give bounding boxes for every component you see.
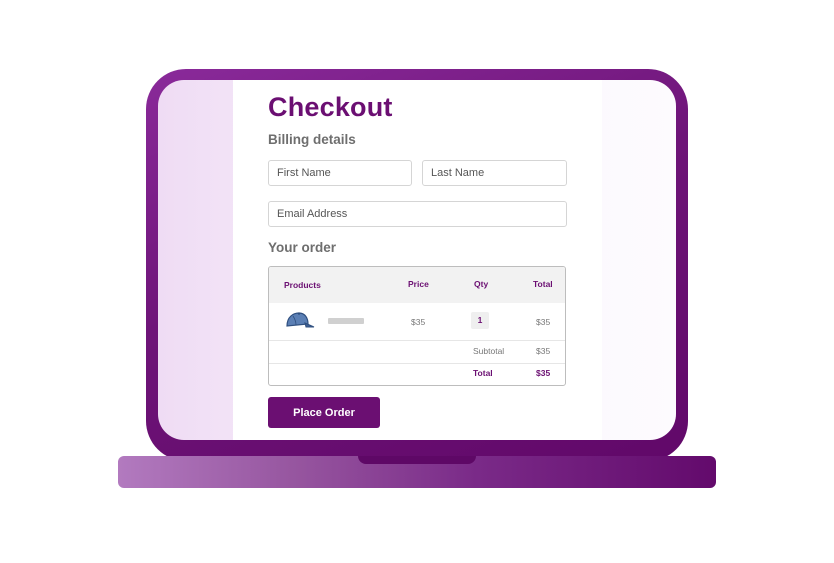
billing-heading: Billing details [268,132,356,147]
header-price: Price [408,279,429,289]
subtotal-label: Subtotal [473,346,505,356]
order-table: Products Price Qty Total $35 1 $35 Subto… [268,266,566,386]
last-name-field[interactable] [422,160,567,186]
laptop-hinge-notch [358,456,476,464]
email-field[interactable] [268,201,567,227]
row-divider [269,340,565,341]
product-name-placeholder [328,318,364,324]
item-total: $35 [536,317,551,327]
order-heading: Your order [268,240,337,255]
first-name-field[interactable] [268,160,412,186]
subtotal-value: $35 [536,346,551,356]
header-total: Total [533,279,553,289]
row-divider [269,363,565,364]
item-qty: 1 [471,312,489,329]
page-title: Checkout [268,92,393,122]
total-value: $35 [536,368,551,378]
place-order-button[interactable]: Place Order [268,397,380,428]
table-header: Products Price Qty Total [269,267,565,303]
header-products: Products [284,280,321,290]
checkout-panel: Checkout Billing details Your order Prod… [233,80,602,440]
header-qty: Qty [474,279,489,289]
laptop-screen: Checkout Billing details Your order Prod… [158,80,676,440]
baseball-cap-icon [286,312,315,328]
total-label: Total [473,368,493,378]
item-price: $35 [411,317,426,327]
